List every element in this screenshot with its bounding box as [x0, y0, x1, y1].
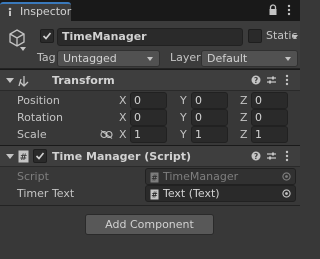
checkmark-icon: [42, 32, 52, 40]
inspector-icon: [8, 7, 12, 16]
axis-y-label: Y: [180, 94, 187, 107]
rotation-x-field[interactable]: 0: [130, 109, 167, 126]
tag-dropdown[interactable]: Untagged: [57, 50, 160, 67]
tag-value: Untagged: [63, 52, 117, 65]
script-field: # TimeManager: [145, 168, 296, 185]
svg-text:?: ?: [254, 76, 258, 85]
scale-label: Scale: [17, 128, 47, 141]
icon-dropdown-arrow[interactable]: [20, 47, 26, 51]
svg-text:#: #: [151, 174, 157, 183]
timer-text-label: Timer Text: [17, 187, 75, 200]
preset-icon[interactable]: [266, 151, 277, 161]
position-z-field[interactable]: 0: [251, 92, 288, 109]
timer-text-field[interactable]: # Text (Text): [145, 185, 296, 202]
timer-text-value: Text (Text): [163, 187, 220, 200]
rotation-y-field[interactable]: 0: [191, 109, 228, 126]
position-x-field[interactable]: 0: [130, 92, 167, 109]
tab-label: Inspector: [20, 5, 72, 18]
active-checkbox[interactable]: [40, 29, 54, 43]
axis-x-label: X: [119, 128, 127, 141]
overflow-icon[interactable]: [284, 74, 290, 86]
script-icon: #: [150, 172, 159, 183]
transform-header[interactable]: Transform ?: [0, 69, 300, 91]
gameobject-header: TimeManager Static Tag Untagged Layer De…: [0, 21, 300, 69]
tab-inspector[interactable]: Inspector: [0, 2, 71, 21]
static-checkbox[interactable]: [248, 29, 262, 43]
script-label: Script: [17, 170, 49, 183]
script-icon: #: [18, 150, 29, 163]
layer-label: Layer: [170, 51, 201, 64]
overflow-icon[interactable]: [284, 150, 290, 162]
chevron-down-icon: [147, 57, 153, 61]
checkmark-icon: [35, 152, 45, 160]
menu-icon[interactable]: [284, 4, 294, 16]
preset-icon[interactable]: [266, 75, 277, 85]
svg-text:#: #: [151, 191, 157, 200]
foldout-arrow-icon[interactable]: [6, 154, 14, 159]
add-component-button[interactable]: Add Component: [85, 214, 214, 235]
axis-x-label: X: [119, 111, 127, 124]
transform-title: Transform: [52, 74, 115, 87]
scale-z-field[interactable]: 1: [251, 126, 288, 143]
axis-x-label: X: [119, 94, 127, 107]
script-value: TimeManager: [163, 170, 239, 183]
axis-y-label: Y: [180, 128, 187, 141]
tab-bar: Inspector: [0, 0, 300, 21]
tag-label: Tag: [37, 51, 56, 64]
layer-value: Default: [207, 52, 248, 65]
axis-z-label: Z: [240, 128, 248, 141]
foldout-arrow-icon[interactable]: [6, 78, 14, 83]
svg-text:#: #: [20, 153, 28, 163]
transform-icon: [18, 76, 29, 87]
object-picker-icon[interactable]: [282, 189, 291, 198]
rotation-z-field[interactable]: 0: [251, 109, 288, 126]
name-field[interactable]: TimeManager: [57, 28, 243, 46]
scale-x-field[interactable]: 1: [130, 126, 167, 143]
static-dropdown-arrow[interactable]: [292, 35, 298, 39]
script-component-header[interactable]: # Time Manager (Script) ?: [0, 145, 300, 167]
help-icon[interactable]: ?: [251, 75, 261, 85]
link-icon[interactable]: [100, 130, 113, 139]
script-enabled-checkbox[interactable]: [33, 149, 47, 163]
rotation-label: Rotation: [17, 111, 64, 124]
help-icon[interactable]: ?: [251, 151, 261, 161]
svg-text:?: ?: [254, 152, 258, 161]
chevron-down-icon: [285, 57, 291, 61]
axis-z-label: Z: [240, 94, 248, 107]
text-component-icon: #: [150, 189, 159, 200]
lock-icon[interactable]: [268, 4, 278, 16]
object-picker-icon: [282, 172, 291, 181]
axis-z-label: Z: [240, 111, 248, 124]
layer-dropdown[interactable]: Default: [201, 50, 298, 67]
script-component-title: Time Manager (Script): [52, 150, 192, 163]
scale-y-field[interactable]: 1: [191, 126, 228, 143]
divider: [0, 205, 300, 206]
cube-icon: [9, 29, 25, 47]
position-y-field[interactable]: 0: [191, 92, 228, 109]
axis-y-label: Y: [180, 111, 187, 124]
position-label: Position: [17, 94, 60, 107]
